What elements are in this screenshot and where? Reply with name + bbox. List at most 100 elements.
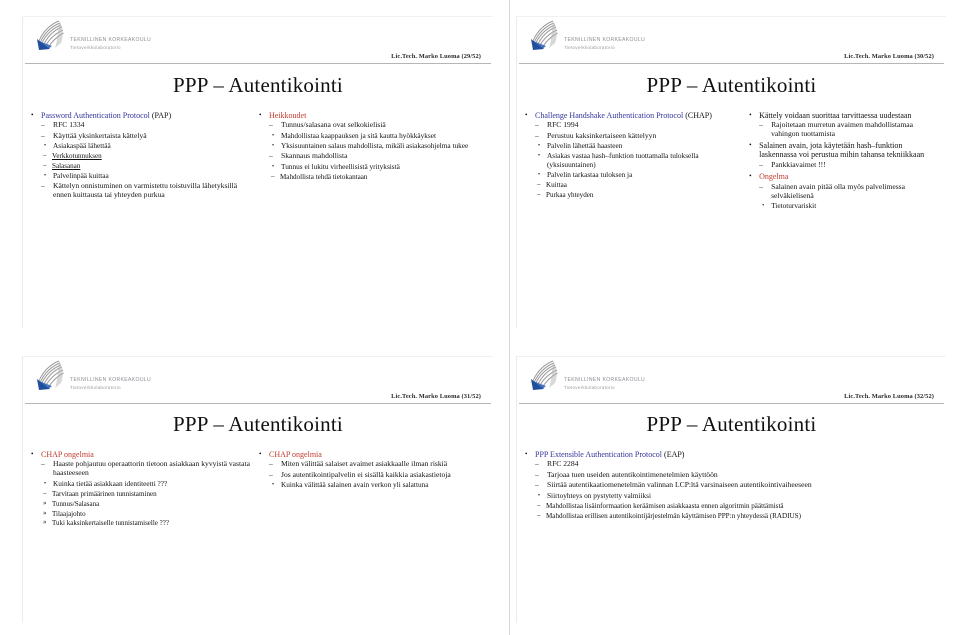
bullet-marker: – [269, 459, 273, 469]
bullet-list: • Password Authentication Protocol (PAP) –… [31, 111, 255, 201]
bullet-text: Yksisuuntainen salaus mahdollista, mikäl… [281, 141, 487, 151]
bullet-text-main: Ongelma [759, 171, 789, 181]
bullet-item-l3: • Asiakaspää lähettää [44, 142, 255, 151]
bullet-column-left: • CHAP ongelmia – Haaste pohjautuu operaatt… [31, 448, 259, 528]
bullet-text-main: Salasanan [52, 162, 81, 171]
slide-body: • CHAP ongelmia – Haaste pohjautuu operaatt… [23, 448, 493, 528]
bullet-text: Password Authentication Protocol (PAP) [41, 111, 255, 120]
slide-frame: TEKNILLINEN KORKEAKOULU Tietoverkkolabor… [516, 16, 946, 328]
slide-thumbnail-32[interactable]: TEKNILLINEN KORKEAKOULU Tietoverkkolabor… [510, 340, 960, 635]
slide-thumbnail-30[interactable]: TEKNILLINEN KORKEAKOULU Tietoverkkolabor… [510, 0, 960, 340]
logo-org-line2: Tietoverkkolaboratorio [564, 384, 615, 390]
bullet-marker: – [537, 510, 541, 519]
bullet-text-main: Palvelin lähettää haasteen [547, 141, 623, 151]
bullet-text: Tuki kaksinkertaiselle tunnistamiselle ?… [52, 519, 255, 527]
bullet-text-main: Perustuu kaksinkertaiseen kättelyyn [547, 130, 657, 140]
page-label: Lic.Tech. Marko Luoma (31/52) [391, 393, 481, 400]
bullet-text-main: CHAP ongelmia [41, 449, 94, 459]
bullet-marker: – [535, 130, 539, 140]
bullet-text: Palvelin lähettää haasteen [547, 142, 743, 151]
bullet-text: RFC 1334 [53, 120, 255, 130]
bullet-text-main: Purkaa yhteyden [546, 191, 594, 200]
slide-title: PPP – Autentikointi [646, 412, 817, 436]
bullet-text-main: PPP Extensible Authentication Protocol [535, 449, 663, 459]
bullet-marker: • [538, 153, 541, 160]
slide-frame: TEKNILLINEN KORKEAKOULU Tietoverkkolabor… [516, 356, 946, 623]
bullet-text-main: Tarjoaa tuen useiden autentikointimenete… [547, 469, 718, 479]
logo-wordmark: TEKNILLINEN KORKEAKOULU Tietoverkkolabor… [70, 36, 152, 50]
slide-body: • Challenge Handshake Authentication Prot… [517, 109, 946, 211]
bullet-item-l4: – Salasanan [43, 161, 255, 171]
bullet-text: RFC 2284 [547, 459, 940, 469]
bullet-marker: – [41, 181, 45, 191]
bullet-text-main: Pankkiavaimet !!! [771, 160, 826, 170]
bullet-text: Haaste pohjautuu operaattorin tietoon as… [53, 459, 255, 478]
bullet-marker: – [537, 180, 541, 189]
bullet-marker: – [43, 488, 47, 497]
bullet-text: Salainen avain, jota käytetään hash–funk… [759, 141, 940, 160]
logo-wordmark: TEKNILLINEN KORKEAKOULU Tietoverkkolabor… [564, 377, 645, 390]
slide-body: • PPP Extensible Authentication Protocol … [517, 448, 946, 520]
bullet-text: Kättely voidaan suorittaa tarvittaessa u… [759, 111, 940, 120]
bullet-text-main: Tunnus/salasana ovat selkokielisiä [281, 120, 386, 130]
bullet-item-l4: – Mahdollistaa erillisen autentikointijär… [537, 510, 940, 520]
bullet-marker: • [44, 143, 47, 150]
logo-org-line1: TEKNILLINEN KORKEAKOULU [70, 36, 152, 43]
bullet-text: CHAP ongelmia [41, 450, 255, 459]
bullet-item-l1: • CHAP ongelmia [259, 450, 487, 459]
bullet-text-main: RFC 1994 [547, 120, 579, 130]
bullet-marker: • [538, 492, 541, 499]
bullet-marker: » [43, 508, 47, 517]
bullet-marker: • [538, 172, 541, 179]
bullet-text: Verkkotunnuksen [52, 152, 255, 160]
slide-thumbnail-29[interactable]: TEKNILLINEN KORKEAKOULU Tietoverkkolabor… [0, 0, 510, 340]
bullet-text: Salainen avain pitää olla myös palvelime… [771, 181, 940, 201]
bullet-text-main: Verkkotunnuksen [52, 152, 102, 161]
bullet-text-main: Jos autentikointipalvelin ei sisällä kai… [281, 469, 451, 479]
bullet-item-l4: – Verkkotunnuksen [43, 151, 255, 160]
bullet-marker: » [43, 518, 47, 527]
bullet-item-l1: • Salainen avain, jota käytetään hash–fun… [749, 141, 940, 160]
bullet-marker: – [41, 120, 45, 130]
bullet-marker: • [272, 143, 275, 149]
slide-thumbnail-31[interactable]: TEKNILLINEN KORKEAKOULU Tietoverkkolabor… [0, 340, 510, 635]
bullet-item-l5: » Tuki kaksinkertaiselle tunnistamiselle … [43, 518, 255, 527]
bullet-text-main: Challenge Handshake Authentication Proto… [535, 110, 684, 120]
bullet-text-main: Kättely voidaan suorittaa tarvittaessa u… [759, 110, 912, 120]
bullet-marker: – [269, 151, 273, 161]
bullet-marker: • [749, 110, 752, 119]
logo-wordmark: TEKNILLINEN KORKEAKOULU Tietoverkkolabor… [70, 377, 151, 390]
bullet-text-main: Salainen avain pitää olla myös palvelime… [771, 181, 906, 200]
bullet-text: Asiakaspää lähettää [53, 142, 255, 151]
institution-logo: TEKNILLINEN KORKEAKOULU Tietoverkkolabor… [33, 19, 151, 53]
bullet-text-main: Mahdollistaa erillisen autentikointijärj… [546, 511, 801, 520]
bullet-list: • Heikkoudet – Tunnus/salasana ovat selkoki… [259, 111, 487, 182]
bullet-text-main: Tunnus/Salasana [52, 499, 100, 508]
bullet-list: • CHAP ongelmia – Miten välittää salaiset a… [259, 450, 487, 490]
bullet-text-main: Palvelinpää kuittaa [53, 171, 109, 181]
bullet-marker: – [535, 120, 539, 130]
bullet-text-main: Kuittaa [546, 181, 567, 190]
bullet-text: Siirtoyhteys on pystytetty valmiiksi [547, 490, 940, 501]
bullet-marker: • [44, 173, 47, 180]
bullet-text-main: Siirtoyhteys on pystytetty valmiiksi [547, 490, 651, 500]
page-label: Lic.Tech. Marko Luoma (29/52) [391, 53, 481, 60]
bullet-text: Ongelma [759, 172, 940, 181]
logo-wordmark: TEKNILLINEN KORKEAKOULU Tietoverkkolabor… [564, 37, 645, 50]
bullet-text: Tarjoaa tuen useiden autentikointimenete… [547, 469, 940, 480]
bullet-marker: • [31, 110, 34, 119]
bullet-item-l4: – Purkaa yhteyden [537, 190, 743, 200]
bullet-text-main: CHAP ongelmia [269, 449, 322, 459]
bullet-text: Kuittaa [546, 181, 743, 189]
bullet-item-l2: – RFC 2284 [535, 459, 940, 469]
bullet-text: Mahdollistaa lisäinformaation keräämisen… [546, 502, 940, 510]
bullet-text: Rajoitetaan murretun avaimen mahdollista… [771, 120, 940, 139]
bullet-text: Perustuu kaksinkertaiseen kättelyyn [547, 130, 743, 141]
bullet-item-l3: • Yksisuuntainen salaus mahdollista, mikä… [272, 141, 487, 151]
bullet-item-l1: • Ongelma [749, 172, 940, 181]
bullet-text-main: Salainen avain, jota käytetään hash–funk… [759, 140, 925, 160]
bullet-marker: • [749, 140, 752, 149]
logo-org-line2: Tietoverkkolaboratorio [70, 44, 121, 50]
slide-header: TEKNILLINEN KORKEAKOULU Tietoverkkolabor… [25, 17, 491, 64]
bullet-marker: – [269, 120, 273, 130]
